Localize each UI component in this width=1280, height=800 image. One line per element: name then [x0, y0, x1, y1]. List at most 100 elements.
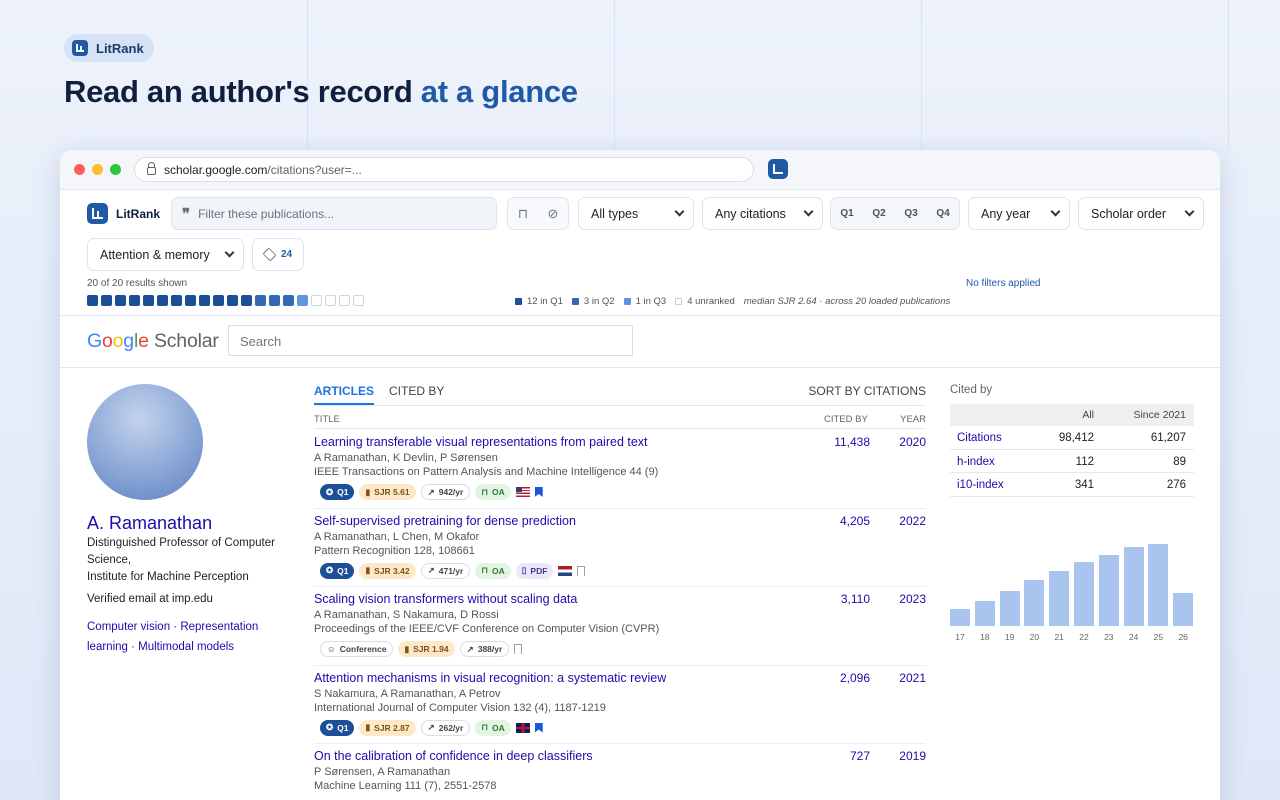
article-title-link[interactable]: Self-supervised pretraining for dense pr… [314, 514, 576, 528]
histogram-bar[interactable] [1074, 562, 1094, 626]
interest-link[interactable]: Multimodal models [138, 641, 234, 653]
article-cites-link[interactable]: 11,438 [809, 435, 870, 449]
histogram-bar[interactable] [1049, 571, 1070, 626]
toolbar-brand: LitRank [87, 203, 160, 224]
article-title-link[interactable]: Learning transferable visual representat… [314, 435, 648, 449]
litrank-extension-icon[interactable] [768, 159, 788, 179]
quartile-badge: ✪ Q1 [320, 484, 355, 500]
toolbar-brand-label: LitRank [116, 206, 161, 221]
histogram-bar[interactable] [1123, 547, 1144, 626]
citations-select[interactable]: Any citations [702, 197, 823, 230]
tab-cited-by[interactable]: CITED BY [389, 384, 444, 398]
quartile-q3-toggle[interactable]: Q3 [895, 208, 927, 219]
badge-label: LitRank [96, 40, 144, 56]
q1-square [101, 295, 112, 306]
metric-link[interactable]: Citations [957, 432, 1002, 444]
tab-articles[interactable]: ARTICLES [314, 384, 374, 405]
interest-link[interactable]: Computer vision [87, 621, 170, 633]
histogram-bar[interactable] [950, 609, 970, 626]
article-authors: A Ramanathan, K Devlin, P Sørensen [314, 452, 498, 464]
metric-all: 98,412 [1058, 432, 1094, 444]
order-select[interactable]: Scholar order [1078, 197, 1204, 230]
open-access-badge[interactable]: ⊓ OA [475, 484, 511, 500]
bookmark-off-icon[interactable]: ⊘ [538, 206, 568, 222]
col-year[interactable]: YEAR [900, 414, 926, 425]
col-all: All [1082, 409, 1094, 421]
open-access-badge[interactable]: ⊓ OA [475, 719, 511, 736]
histogram-bar[interactable] [999, 591, 1020, 626]
article-cites-link[interactable]: 727 [809, 749, 870, 763]
article-cites-link[interactable]: 4,205 [809, 514, 870, 528]
histogram-bar[interactable] [974, 601, 995, 626]
quartile-label: Q1 [337, 722, 349, 733]
unranked-square [339, 295, 350, 306]
bookmark-icon[interactable] [577, 565, 586, 576]
article-cites-link[interactable]: 3,110 [809, 592, 870, 606]
scholar-search-input[interactable]: Search [228, 325, 633, 356]
award-icon: ✪ [326, 565, 334, 575]
year-select[interactable]: Any year [968, 197, 1070, 230]
histogram-year-label: 19 [1004, 632, 1015, 642]
open-access-lock-icon[interactable]: ⊓ [508, 206, 538, 222]
articles-table-header: TITLE CITED BY YEAR [314, 413, 926, 429]
metric-link[interactable]: h-index [957, 456, 995, 468]
legend-q1: 12 in Q1 [515, 296, 563, 307]
pdf-badge[interactable]: ▯ PDF [515, 562, 554, 579]
maximize-window-button[interactable] [110, 164, 121, 175]
legend-q2-label: 3 in Q2 [583, 296, 615, 307]
article-venue: International Journal of Computer Vision… [314, 701, 606, 714]
metric-link[interactable]: i10-index [957, 479, 1004, 491]
unlock-icon: ⊓ [481, 565, 488, 575]
citation-stats-header: All Since 2021 [950, 404, 1194, 426]
litrank-logo-icon [87, 203, 108, 224]
q1-square [185, 295, 196, 306]
histogram-bar[interactable] [1098, 555, 1119, 626]
histogram-bar[interactable] [1173, 593, 1194, 626]
layer-count-button[interactable]: 24 [252, 238, 304, 271]
litrank-logo-icon [72, 40, 88, 56]
col-title[interactable]: TITLE [314, 414, 340, 425]
google-scholar-logo[interactable]: Google Scholar [87, 330, 219, 353]
address-bar[interactable]: scholar.google.com/citations?user=... [134, 157, 754, 182]
bookmark-icon[interactable] [534, 487, 543, 497]
topic-select-value: Attention & memory [100, 247, 210, 262]
article-title-link[interactable]: Attention mechanisms in visual recogniti… [314, 671, 666, 685]
pdf-label: PDF [530, 565, 548, 576]
sort-by-citations-link[interactable]: SORT BY CITATIONS [808, 384, 926, 398]
filter-input[interactable]: ❞ Filter these publications... [171, 197, 497, 230]
bar-chart-icon: ▮ [404, 643, 410, 654]
bookmark-icon[interactable] [514, 644, 523, 654]
quartile-q2-toggle[interactable]: Q2 [863, 208, 895, 219]
histogram-year-label: 26 [1178, 632, 1188, 642]
author-name[interactable]: A. Ramanathan [87, 513, 212, 534]
bookmark-icon[interactable] [534, 722, 543, 733]
histogram-year-label: 18 [980, 632, 990, 642]
layers-icon [262, 247, 277, 262]
article-title-link[interactable]: Scaling vision transformers without scal… [314, 592, 577, 606]
citation-rate-badge: ↗ 262/yr [420, 719, 471, 736]
histogram-bar[interactable] [1148, 544, 1169, 626]
open-access-badge[interactable]: ⊓ OA [475, 562, 511, 579]
chevron-down-icon [803, 206, 814, 217]
quartile-q1-toggle[interactable]: Q1 [831, 208, 863, 219]
topic-select[interactable]: Attention & memory [87, 238, 244, 271]
col-since: Since 2021 [1133, 409, 1186, 421]
histogram-bar[interactable] [1024, 580, 1045, 626]
citation-rate-badge: ↗ 942/yr [420, 484, 471, 500]
histogram-year-label: 17 [955, 632, 965, 642]
unranked-square [325, 295, 336, 306]
close-window-button[interactable] [74, 164, 85, 175]
conference-label: Conference [339, 644, 387, 654]
col-cited-by[interactable]: CITED BY [824, 414, 868, 425]
median-sjr-summary: median SJR 2.64 · across 20 loaded publi… [743, 296, 951, 307]
article-title-link[interactable]: On the calibration of confidence in deep… [314, 749, 593, 763]
quartile-q4-toggle[interactable]: Q4 [927, 208, 959, 219]
avatar [87, 384, 203, 500]
legend-q2: 3 in Q2 [571, 296, 615, 307]
type-select[interactable]: All types [578, 197, 694, 230]
article-cites-link[interactable]: 2,096 [809, 671, 870, 685]
minimize-window-button[interactable] [92, 164, 103, 175]
unlock-icon: ⊓ [481, 722, 488, 732]
histogram-year-label: 20 [1029, 632, 1040, 642]
bar-chart-icon: ▮ [365, 486, 371, 497]
